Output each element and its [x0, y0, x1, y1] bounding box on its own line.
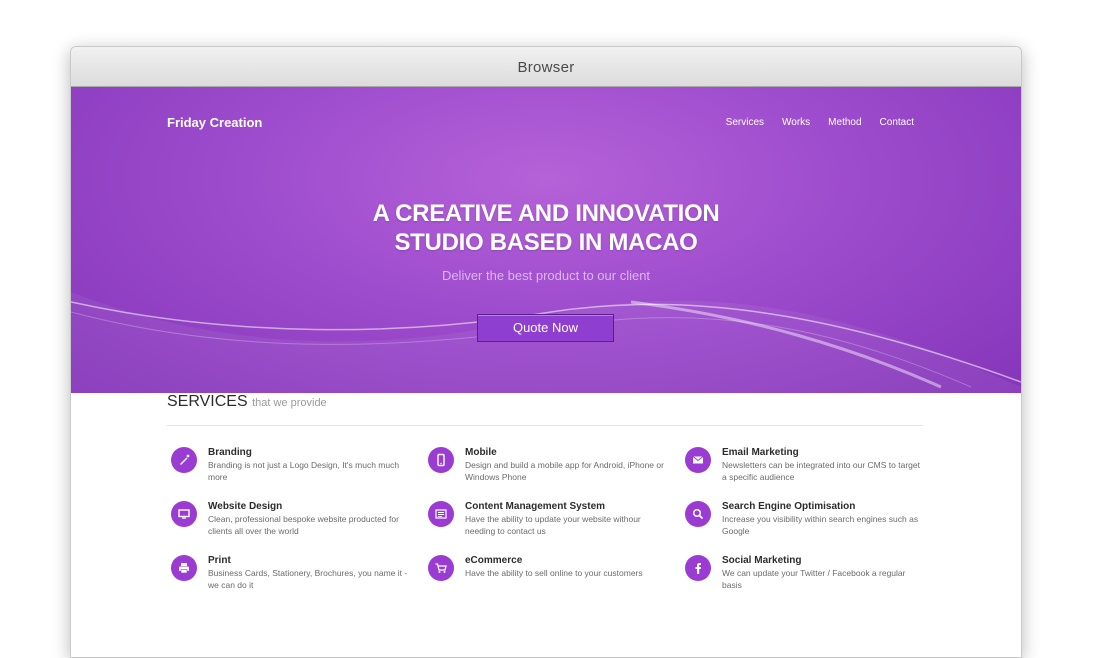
service-desc: Business Cards, Stationery, Brochures, y…: [208, 568, 408, 590]
hero-headline-line-2: STUDIO BASED IN MACAO: [394, 229, 698, 256]
nav-services[interactable]: Services: [726, 117, 764, 128]
service-print: Print Business Cards, Stationery, Brochu…: [167, 555, 424, 591]
service-desc: Branding is not just a Logo Design, It's…: [208, 460, 400, 482]
list-icon: [428, 501, 454, 527]
service-title: Social Marketing: [722, 555, 802, 566]
search-icon: [685, 501, 711, 527]
mobile-icon: [428, 447, 454, 473]
nav-works[interactable]: Works: [782, 117, 810, 128]
service-title: Email Marketing: [722, 447, 799, 458]
service-title: eCommerce: [465, 555, 523, 566]
hero-headline: A CREATIVE AND INNOVATION STUDIO BASED I…: [71, 199, 1021, 257]
brand-logo[interactable]: Friday Creation: [167, 115, 262, 130]
service-desc: Increase you visibility within search en…: [722, 514, 919, 536]
cart-icon: [428, 555, 454, 581]
service-title: Content Management System: [465, 501, 606, 512]
service-ecommerce: eCommerce Have the ability to sell onlin…: [424, 555, 681, 591]
service-title: Print: [208, 555, 231, 566]
services-grid: Branding Branding is not just a Logo Des…: [167, 447, 923, 591]
monitor-icon: [171, 501, 197, 527]
hero-subline: Deliver the best product to our client: [441, 268, 651, 283]
service-social-marketing: Social Marketing We can update your Twit…: [681, 555, 923, 591]
service-desc: Newsletters can be integrated into our C…: [722, 460, 920, 482]
mail-icon: [685, 447, 711, 473]
facebook-icon: [685, 555, 711, 581]
service-title: Website Design: [208, 501, 283, 512]
service-cms: Content Management System Have the abili…: [424, 501, 681, 537]
quote-now-button[interactable]: Quote Now: [477, 314, 614, 342]
hero-headline-line-1: A CREATIVE AND INNOVATION: [372, 200, 720, 227]
nav-method[interactable]: Method: [828, 117, 861, 128]
service-desc: Have the ability to update your website …: [465, 514, 641, 536]
service-branding: Branding Branding is not just a Logo Des…: [167, 447, 424, 483]
service-email-marketing: Email Marketing Newsletters can be integ…: [681, 447, 923, 483]
service-desc: Have the ability to sell online to your …: [465, 568, 643, 578]
printer-icon: [171, 555, 197, 581]
services-subtitle: that we provide: [252, 397, 327, 409]
service-title: Mobile: [465, 447, 497, 458]
services-section: SERVICES that we provide Branding Brandi…: [167, 393, 923, 591]
services-title: SERVICES: [167, 393, 248, 410]
service-seo: Search Engine Optimisation Increase you …: [681, 501, 923, 537]
service-mobile: Mobile Design and build a mobile app for…: [424, 447, 681, 483]
service-desc: We can update your Twitter / Facebook a …: [722, 568, 906, 590]
window-title: Browser: [71, 47, 1021, 87]
browser-window: Browser Friday Creation Services Works M…: [70, 46, 1022, 658]
hero-section: Friday Creation Services Works Method Co…: [71, 87, 1021, 393]
nav-contact[interactable]: Contact: [880, 117, 914, 128]
pen-icon: [171, 447, 197, 473]
main-nav: Services Works Method Contact: [726, 117, 914, 128]
service-desc: Design and build a mobile app for Androi…: [465, 460, 664, 482]
service-title: Branding: [208, 447, 252, 458]
service-website-design: Website Design Clean, professional bespo…: [167, 501, 424, 537]
services-heading: SERVICES that we provide: [167, 393, 923, 426]
service-desc: Clean, professional bespoke website prod…: [208, 514, 399, 536]
service-title: Search Engine Optimisation: [722, 501, 856, 512]
